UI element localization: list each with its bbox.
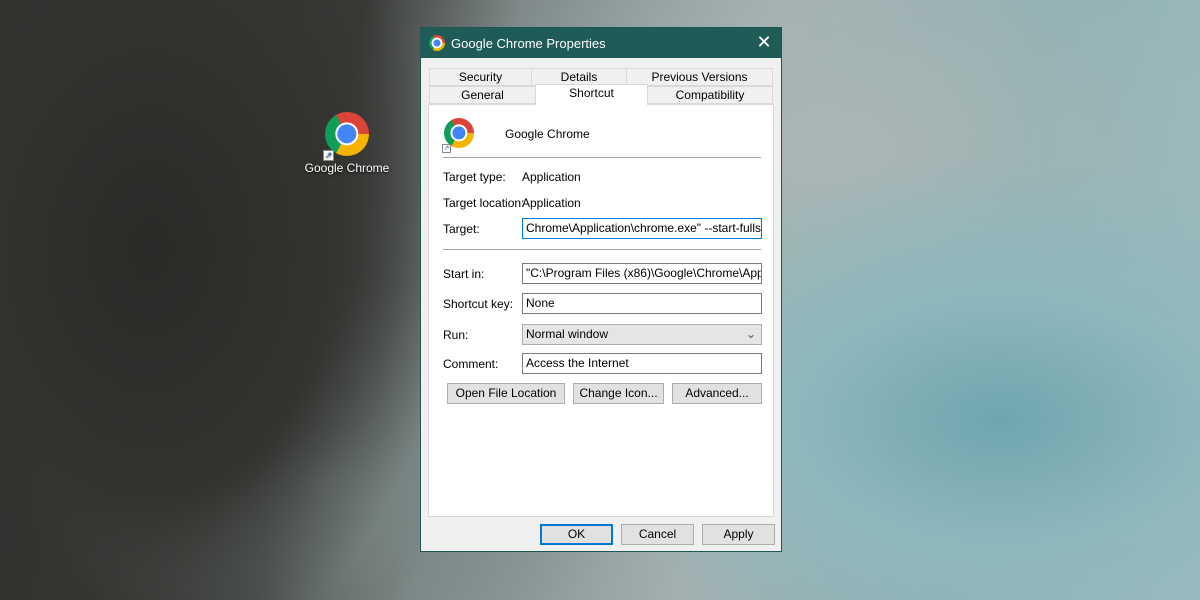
target-location-value: Application bbox=[522, 196, 581, 210]
tab-shortcut[interactable]: Shortcut bbox=[535, 84, 648, 105]
target-location-label: Target location: bbox=[443, 196, 525, 210]
advanced-button[interactable]: Advanced... bbox=[672, 383, 762, 404]
divider bbox=[443, 157, 761, 158]
open-file-location-button[interactable]: Open File Location bbox=[447, 383, 565, 404]
chrome-icon bbox=[429, 35, 445, 51]
ok-button[interactable]: OK bbox=[540, 524, 613, 545]
cancel-button[interactable]: Cancel bbox=[621, 524, 694, 545]
target-type-label: Target type: bbox=[443, 170, 506, 184]
tab-security[interactable]: Security bbox=[429, 68, 532, 86]
run-label: Run: bbox=[443, 328, 469, 342]
properties-dialog: Google Chrome Properties ✕ Security Deta… bbox=[420, 27, 782, 552]
run-value: Normal window bbox=[526, 327, 609, 341]
tab-general[interactable]: General bbox=[429, 86, 536, 104]
shortcut-arrow-icon: ↗ bbox=[323, 150, 334, 161]
shortcut-key-label: Shortcut key: bbox=[443, 297, 514, 311]
apply-button[interactable]: Apply bbox=[702, 524, 775, 545]
start-in-label: Start in: bbox=[443, 267, 485, 281]
close-icon[interactable]: ✕ bbox=[747, 28, 781, 58]
tab-compatibility[interactable]: Compatibility bbox=[647, 86, 773, 104]
shortcut-panel: ↗ Google Chrome Target type: Application… bbox=[428, 104, 774, 517]
title-bar[interactable]: Google Chrome Properties ✕ bbox=[421, 28, 781, 58]
tab-previous-versions[interactable]: Previous Versions bbox=[626, 68, 773, 86]
change-icon-button[interactable]: Change Icon... bbox=[573, 383, 664, 404]
desktop-icon-label: Google Chrome bbox=[304, 161, 390, 175]
target-label: Target: bbox=[443, 222, 480, 236]
window-title: Google Chrome Properties bbox=[451, 35, 606, 51]
chevron-down-icon: ⌄ bbox=[745, 327, 756, 341]
shortcut-key-input[interactable]: None bbox=[522, 293, 762, 314]
shortcut-arrow-icon: ↗ bbox=[442, 144, 451, 153]
desktop-icon-google-chrome[interactable]: ↗ Google Chrome bbox=[300, 112, 394, 175]
target-input[interactable]: Chrome\Application\chrome.exe" --start-f… bbox=[522, 218, 762, 239]
comment-input[interactable]: Access the Internet bbox=[522, 353, 762, 374]
comment-label: Comment: bbox=[443, 357, 499, 371]
divider bbox=[443, 249, 761, 250]
target-type-value: Application bbox=[522, 170, 581, 184]
start-in-input[interactable]: "C:\Program Files (x86)\Google\Chrome\Ap… bbox=[522, 263, 762, 284]
run-select[interactable]: Normal window ⌄ bbox=[522, 324, 762, 345]
shortcut-name: Google Chrome bbox=[505, 127, 590, 141]
